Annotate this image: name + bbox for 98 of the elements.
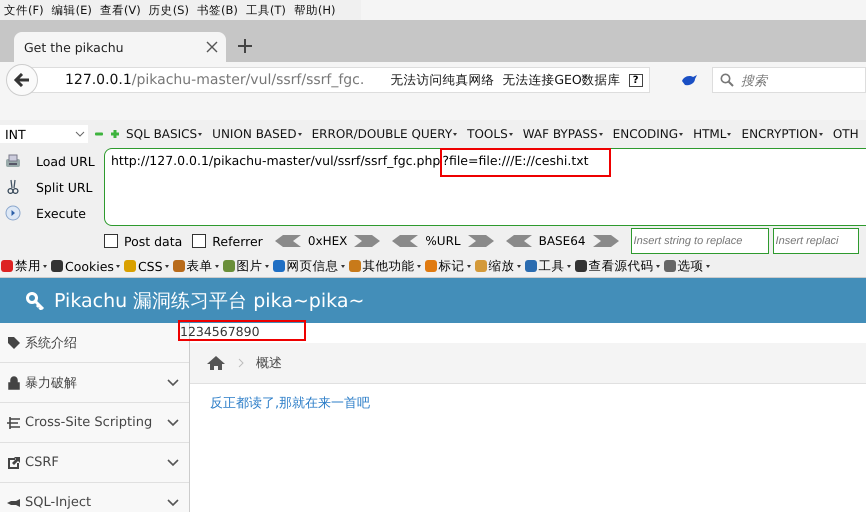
replace-field[interactable]: Insert replaci (772, 228, 859, 254)
toolbar-icon (424, 259, 438, 273)
menu-item[interactable]: 编辑(E) (48, 2, 96, 18)
hackbar-menu[interactable]: HTML (693, 127, 736, 141)
hackbar-menu[interactable]: UNION BASED (212, 127, 306, 141)
sidebar-item[interactable]: Cross-Site Scripting (0, 403, 189, 443)
checkbox[interactable] (104, 234, 118, 248)
toolbar-menu[interactable]: 网页信息 (272, 258, 345, 274)
toolbar-menu[interactable]: 缩放 (474, 258, 521, 274)
sidebar-icon (7, 376, 21, 390)
sidebar-item[interactable]: SQL-Inject (0, 483, 189, 512)
toolbar-menu[interactable]: Cookies (50, 258, 120, 274)
chevron-down-icon (167, 498, 179, 506)
chevron-down-icon (167, 418, 179, 426)
toolbar-icon (662, 259, 677, 273)
sidebar-item[interactable]: CSRF (0, 443, 189, 483)
sidebar-icon (7, 336, 21, 350)
menu-item[interactable]: 文件(F) (0, 2, 48, 18)
sidebar-icon (7, 456, 21, 470)
hackbar-menu[interactable]: ENCODING (612, 127, 688, 141)
menu-item[interactable]: 帮助(H) (290, 2, 340, 18)
plus-icon[interactable] (238, 39, 252, 53)
menu-item[interactable]: 工具(T) (242, 2, 290, 18)
left-chevron-icon[interactable] (392, 235, 418, 247)
toolbar-menu[interactable]: 表单 (172, 258, 219, 274)
output-text: 1234567890 (178, 320, 306, 340)
action-button[interactable]: Split URL (0, 179, 104, 195)
toolbar-menu[interactable]: 图片 (222, 258, 269, 274)
toolbar-icon (122, 259, 137, 273)
back-button[interactable] (6, 64, 38, 96)
checkbox-label: Post data (124, 234, 182, 248)
right-chevron-icon[interactable] (592, 235, 619, 247)
replace-field[interactable]: Insert string to replace (630, 228, 769, 254)
bird-icon[interactable] (680, 73, 698, 87)
toolbar-icon (0, 259, 14, 273)
printer-icon (4, 153, 22, 169)
notice-text: 无法连接GEO数据库 (502, 72, 621, 88)
right-chevron-icon[interactable] (354, 235, 380, 247)
close-icon[interactable] (206, 41, 218, 53)
search-field[interactable]: 搜索 (712, 67, 866, 93)
toolbar-icon (524, 259, 538, 273)
sidebar-icon (7, 416, 21, 430)
chevron-down-icon (167, 458, 179, 466)
toolbar-icon (574, 259, 588, 273)
sidebar-item[interactable]: 暴力破解 (0, 363, 189, 403)
hackbar-menu[interactable]: TOOLS (467, 127, 517, 141)
help-badge[interactable]: ? (628, 74, 643, 86)
chevron-right-icon (238, 358, 244, 368)
url-text: http://127.0.0.1/pikachu-master/vul/ssrf/ssrf_fgc.php (111, 153, 440, 168)
url-text: 127.0.0.1/pikachu-master/vul/ssrf/ssrf_fgc. (65, 72, 364, 88)
chevron-down-icon (75, 131, 85, 137)
toolbar-icon (272, 259, 286, 273)
poem-link[interactable]: 反正都读了,那就在来一首吧 (210, 394, 866, 412)
toolbar-menu[interactable]: 工具 (524, 258, 571, 274)
browser-tab[interactable]: Get the pikachu (14, 32, 226, 62)
toolbar-icon (50, 259, 64, 273)
type-select[interactable]: INT (0, 125, 88, 143)
encoder-label: BASE64 (538, 234, 586, 248)
encoder-label: 0xHEX (308, 234, 348, 248)
menu-item[interactable]: 书签(B) (192, 2, 242, 18)
toolbar-icon (474, 259, 488, 273)
toolbar-menu[interactable]: 禁用 (0, 258, 47, 274)
hackbar-menu[interactable]: WAF BYPASS (522, 127, 607, 141)
checkbox[interactable] (192, 234, 206, 248)
notice-text: 无法访问纯真网络 (390, 72, 494, 88)
action-button[interactable]: Execute (0, 205, 104, 221)
checkbox-label: Referrer (212, 234, 263, 248)
menu-item[interactable]: 查看(V) (96, 2, 145, 18)
toolbar-menu[interactable]: 查看源代码 (574, 258, 660, 274)
toolbar-icon (348, 259, 362, 273)
highlighted-url-text: ?file=file:///E://ceshi.txt (440, 148, 611, 177)
action-button[interactable]: Load URL (0, 153, 104, 169)
toolbar-icon (172, 259, 186, 273)
right-chevron-icon[interactable] (468, 235, 494, 247)
encoder-label: %URL (425, 234, 461, 248)
chevron-down-icon (167, 378, 179, 386)
page-title: Pikachu 漏洞练习平台 pika~pika~ (54, 288, 364, 314)
hackbar-menu[interactable]: ERROR/DOUBLE QUERY (312, 127, 462, 141)
toolbar-icon (222, 259, 236, 273)
back-arrow-icon (14, 73, 30, 87)
left-chevron-icon[interactable] (506, 235, 532, 247)
breadcrumb-item: 概述 (256, 355, 282, 372)
search-icon (720, 73, 734, 87)
address-bar[interactable]: 127.0.0.1/pikachu-master/vul/ssrf/ssrf_fgc. 无法访问纯真网络 无法连接GEO数据库 ? (30, 67, 650, 93)
play-icon (4, 205, 22, 221)
hackbar-menu[interactable]: SQL BASICS (126, 127, 206, 141)
toolbar-menu[interactable]: CSS (122, 258, 169, 274)
left-chevron-icon[interactable] (274, 235, 301, 247)
home-icon[interactable] (206, 355, 226, 371)
hackbar-menu[interactable]: ENCRYPTION (741, 127, 827, 141)
toolbar-menu[interactable]: 标记 (424, 258, 471, 274)
toolbar-menu[interactable]: 其他功能 (348, 258, 421, 274)
menu-item[interactable]: 历史(S) (144, 2, 193, 18)
tab-title: Get the pikachu (24, 40, 125, 54)
url-textarea[interactable]: http://127.0.0.1/pikachu-master/vul/ssrf/ssrf_fgc.php ?file=file:///E://ceshi.txt (104, 148, 866, 226)
hackbar-menu[interactable]: OTH (832, 127, 863, 141)
toolbar-menu[interactable]: 选项 (662, 258, 710, 274)
key-icon (26, 292, 46, 310)
